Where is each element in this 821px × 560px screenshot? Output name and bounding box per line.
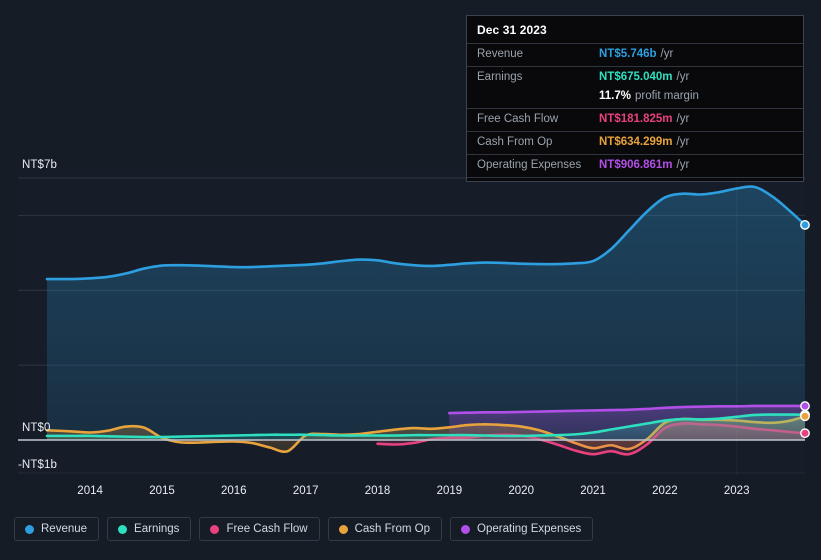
tooltip-row-label: Revenue [477,48,599,60]
legend-item-cash-from-op[interactable]: Cash From Op [328,517,442,541]
series-endpoint-marker [801,412,809,420]
legend-item-free-cash-flow[interactable]: Free Cash Flow [199,517,319,541]
hover-guide-line [736,170,737,475]
tooltip-row-label: Cash From Op [477,136,599,148]
legend-item-label: Earnings [134,523,179,535]
series-endpoint-marker [801,402,809,410]
legend-color-dot-icon [339,525,348,534]
tooltip-rows: RevenueNT$5.746b/yrEarningsNT$675.040m/y… [467,43,803,177]
legend-item-label: Operating Expenses [477,523,581,535]
tooltip-row: RevenueNT$5.746b/yr [467,43,803,66]
data-tooltip: Dec 31 2023 RevenueNT$5.746b/yrEarningsN… [466,15,804,182]
legend-color-dot-icon [118,525,127,534]
tooltip-row: Operating ExpensesNT$906.861m/yr [467,154,803,177]
tooltip-row: Free Cash FlowNT$181.825m/yr [467,108,803,131]
tooltip-row-value: NT$634.299m [599,136,673,148]
tooltip-row-value: NT$5.746b [599,48,657,60]
series-endpoint-marker [801,429,809,437]
tooltip-row: Cash From OpNT$634.299m/yr [467,131,803,154]
tooltip-footer-divider [467,177,803,181]
tooltip-row-label: Operating Expenses [477,159,599,171]
stock-financials-chart: { "theme": { "background": "#151c26", "g… [0,0,821,560]
legend-item-operating-expenses[interactable]: Operating Expenses [450,517,593,541]
tooltip-row-value: 11.7% [599,90,631,102]
tooltip-row-unit: /yr [677,136,690,148]
tooltip-row: EarningsNT$675.040m/yr [467,66,803,89]
chart-legend: Revenue Earnings Free Cash Flow Cash From O… [14,517,593,541]
legend-item-revenue[interactable]: Revenue [14,517,99,541]
legend-item-label: Revenue [41,523,87,535]
tooltip-row-unit: /yr [677,113,690,125]
tooltip-row-value: NT$181.825m [599,113,673,125]
tooltip-row: 11.7% profit margin [467,89,803,108]
tooltip-row-unit: /yr [661,48,674,60]
tooltip-row-label: Earnings [477,71,599,83]
tooltip-date: Dec 31 2023 [467,16,803,43]
tooltip-row-label: Free Cash Flow [477,113,599,125]
legend-color-dot-icon [210,525,219,534]
legend-item-label: Free Cash Flow [226,523,307,535]
tooltip-row-value: NT$906.861m [599,159,673,171]
tooltip-row-unit: /yr [677,71,690,83]
series-endpoint-marker [801,221,809,229]
tooltip-row-value: NT$675.040m [599,71,673,83]
legend-item-label: Cash From Op [355,523,430,535]
tooltip-row-unit: profit margin [635,90,699,102]
legend-color-dot-icon [461,525,470,534]
legend-item-earnings[interactable]: Earnings [107,517,191,541]
tooltip-row-unit: /yr [677,159,690,171]
legend-color-dot-icon [25,525,34,534]
